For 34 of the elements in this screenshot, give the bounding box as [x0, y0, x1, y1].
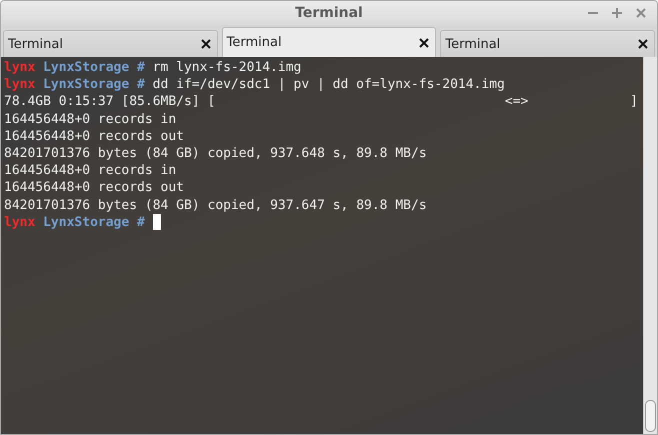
tab-label: Terminal — [8, 36, 63, 52]
scrollbar[interactable] — [643, 57, 657, 434]
close-icon — [635, 7, 647, 19]
prompt-host: LynxStorage # — [43, 76, 145, 94]
terminal-line: 164456448+0 records out — [4, 179, 184, 196]
window-title: Terminal — [295, 5, 363, 21]
prompt-host: LynxStorage # — [43, 59, 145, 76]
close-icon — [638, 39, 648, 49]
tab-label: Terminal — [445, 36, 500, 52]
scrollbar-thumb[interactable] — [645, 400, 656, 432]
prompt-user: lynx — [4, 214, 36, 231]
maximize-button[interactable] — [609, 5, 625, 21]
terminal-line: 164456448+0 records in — [4, 110, 176, 128]
prompt-host: LynxStorage # — [43, 214, 145, 231]
terminal-line: 164456448+0 records out — [4, 128, 184, 145]
tab-close-button[interactable] — [200, 39, 211, 49]
tab-close-button[interactable] — [638, 39, 648, 49]
prompt-user: lynx — [4, 59, 36, 76]
tab-close-button[interactable] — [419, 38, 430, 48]
close-icon — [200, 39, 211, 49]
tab[interactable]: Terminal — [222, 27, 436, 57]
prompt-user: lynx — [4, 76, 36, 94]
plus-icon — [611, 7, 623, 19]
terminal-line: 84201701376 bytes (84 GB) copied, 937.648 s, 89.8 MB/s — [4, 144, 427, 162]
terminal-line: 78.4GB 0:15:37 [85.6MB/s] [ <=> ] — [4, 93, 638, 111]
tab-label: Terminal — [226, 35, 282, 50]
terminal-line: rm lynx-fs-2014.img — [152, 59, 302, 76]
close-icon — [419, 38, 430, 48]
tab[interactable]: Terminal — [440, 30, 656, 57]
text-cursor — [152, 214, 161, 230]
tab[interactable]: Terminal — [3, 30, 218, 57]
terminal-line: dd if=/dev/sdc1 | pv | dd of=lynx-fs-2014.img — [152, 76, 505, 94]
terminal-line: 164456448+0 records in — [4, 162, 176, 180]
terminal-line: 84201701376 bytes (84 GB) copied, 937.647 s, 89.8 MB/s — [4, 196, 427, 214]
